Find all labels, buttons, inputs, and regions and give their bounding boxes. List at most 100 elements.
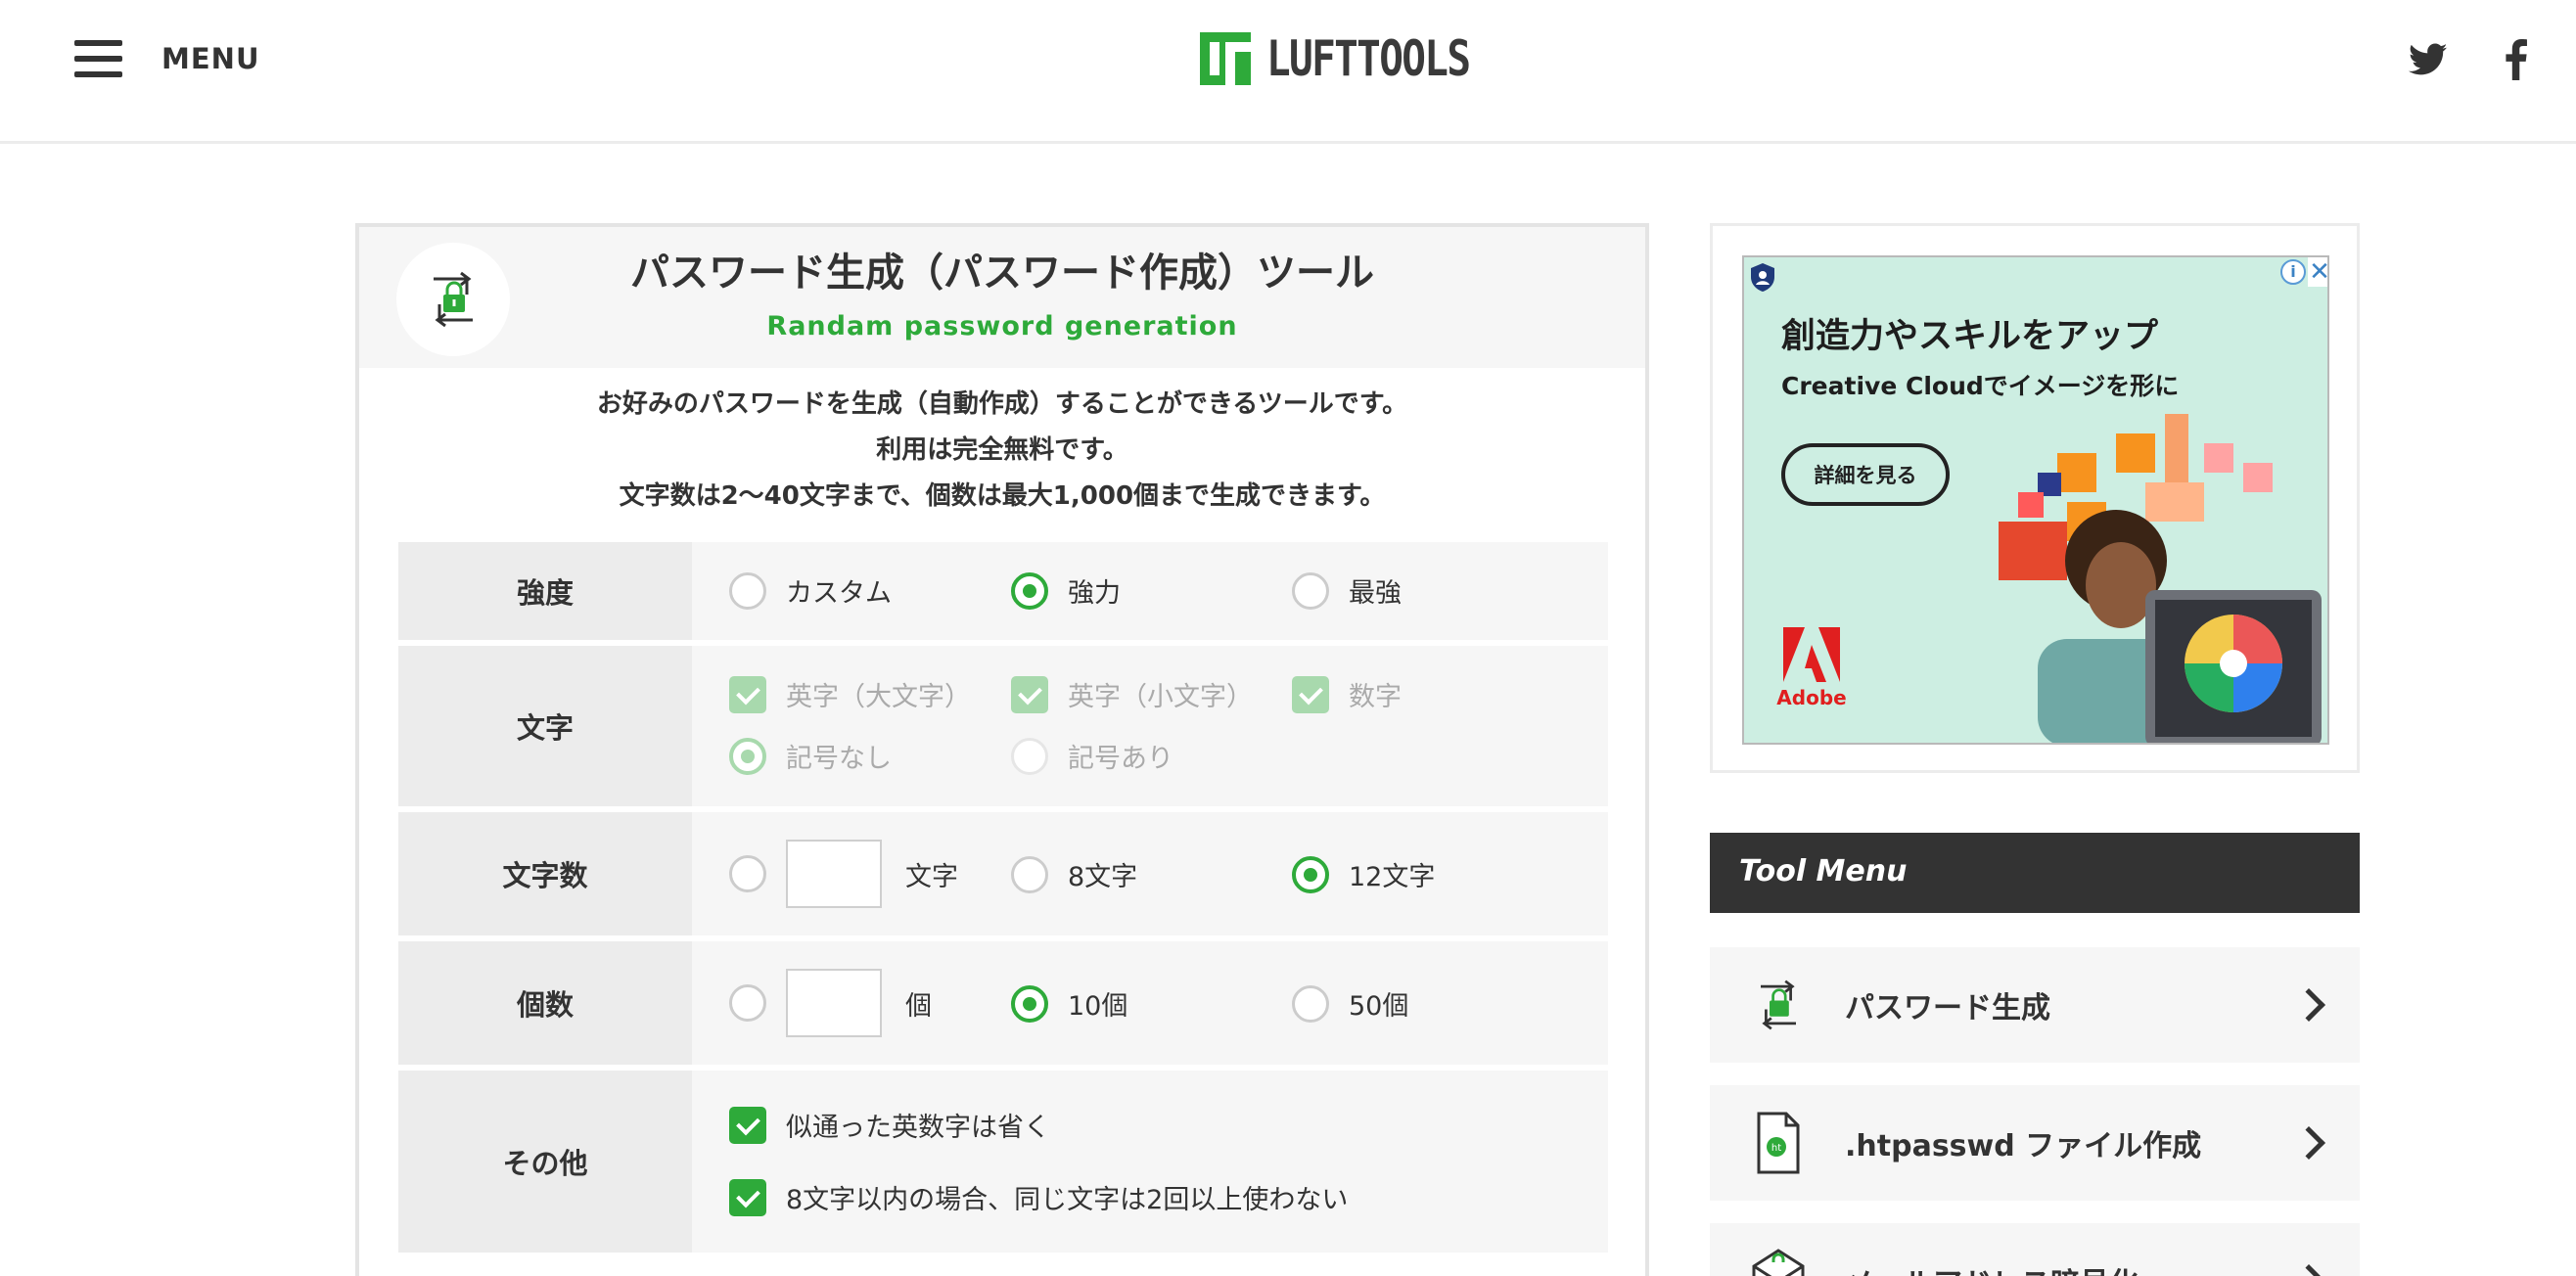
other-label: その他 <box>398 1071 692 1253</box>
checkbox-checked[interactable] <box>729 1106 766 1144</box>
option-label: 最強 <box>1349 578 1402 609</box>
chars-uppercase-checkbox[interactable]: 英字（大文字） <box>729 675 971 713</box>
facebook-link[interactable] <box>2502 39 2531 80</box>
checkbox-checked[interactable] <box>1292 675 1329 713</box>
radio-button-selected[interactable] <box>1292 855 1329 893</box>
adobe-logo: Adobe <box>1776 627 1847 709</box>
option-label: 10個 <box>1068 991 1128 1022</box>
tool-description: お好みのパスワードを生成（自動作成）することができるツールです。 利用は完全無料… <box>359 368 1645 520</box>
no-repeat-chars-checkbox[interactable]: 8文字以内の場合、同じ文字は2回以上使わない <box>729 1178 1348 1216</box>
ad-container: i ✕ 創造力やスキルをアップ Creative Cloudでイメージを形に 詳… <box>1710 223 2360 773</box>
option-label: 記号なし <box>786 744 892 774</box>
password-tool-panel: パスワード生成（パスワード作成）ツール Randam password gene… <box>355 223 1649 1276</box>
chars-with-symbol-option[interactable]: 記号あり <box>1011 737 1173 775</box>
menu-label: MENU <box>161 42 260 75</box>
chars-digits-checkbox[interactable]: 数字 <box>1292 675 1402 713</box>
logo-mark-icon <box>1200 32 1251 95</box>
adobe-icon <box>1783 627 1840 682</box>
checkbox-checked[interactable] <box>729 675 766 713</box>
chars-label: 文字 <box>398 646 692 806</box>
site-header: MENU LUFTTOOLS <box>0 0 2576 144</box>
length-custom-input[interactable] <box>786 840 882 908</box>
length-option-8[interactable]: 8文字 <box>1011 855 1137 893</box>
adobe-ad-banner[interactable]: i ✕ 創造力やスキルをアップ Creative Cloudでイメージを形に 詳… <box>1742 255 2329 745</box>
radio-button[interactable] <box>729 855 766 892</box>
logo-text: LUFTTOOLS <box>1266 30 1471 87</box>
adobe-label: Adobe <box>1776 686 1847 709</box>
twitter-link[interactable] <box>2408 39 2449 80</box>
tool-menu-item-password[interactable]: パスワード生成 <box>1710 947 2360 1063</box>
length-label: 文字数 <box>398 812 692 935</box>
radio-button[interactable] <box>1011 737 1048 775</box>
tool-menu-item-label: パスワード生成 <box>1845 991 2050 1025</box>
ad-info-icon[interactable]: i <box>2280 259 2306 285</box>
count-option-50[interactable]: 50個 <box>1292 984 1408 1023</box>
length-option-12[interactable]: 12文字 <box>1292 855 1435 893</box>
radio-button[interactable] <box>1292 571 1329 610</box>
htpasswd-file-icon: ht <box>1749 1109 1808 1177</box>
description-line: お好みのパスワードを生成（自動作成）することができるツールです。 <box>596 389 1408 419</box>
facebook-icon <box>2506 39 2527 80</box>
count-option-10[interactable]: 10個 <box>1011 984 1127 1023</box>
site-logo[interactable]: LUFTTOOLS <box>1200 30 1514 95</box>
ad-close-icon[interactable]: ✕ <box>2308 257 2327 287</box>
count-custom-input[interactable] <box>786 969 882 1037</box>
ad-illustration <box>1999 414 2322 743</box>
option-label: 8文字以内の場合、同じ文字は2回以上使わない <box>786 1185 1349 1215</box>
svg-text:ht: ht <box>1771 1143 1781 1154</box>
chevron-right-icon <box>2292 1264 2325 1276</box>
option-label: 記号あり <box>1068 744 1173 774</box>
description-line: 利用は完全無料です。 <box>876 435 1128 465</box>
tool-menu-item-htpasswd[interactable]: ht .htpasswd ファイル作成 <box>1710 1085 2360 1201</box>
strength-option-strongest[interactable]: 最強 <box>1292 571 1402 610</box>
option-label: 数字 <box>1349 682 1402 712</box>
checkbox-checked[interactable] <box>1011 675 1048 713</box>
length-row: 文字数 文字 8文字 12文字 <box>398 812 1608 935</box>
option-label: 似通った英数字は省く <box>786 1113 1050 1143</box>
tool-subtitle: Randam password generation <box>766 311 1238 342</box>
ad-cta-button[interactable]: 詳細を見る <box>1781 443 1950 506</box>
strength-option-strong[interactable]: 強力 <box>1011 571 1121 610</box>
radio-button[interactable] <box>1292 984 1329 1023</box>
ad-headline: 創造力やスキルをアップ <box>1781 317 2159 356</box>
hamburger-icon <box>74 40 122 77</box>
other-row: その他 似通った英数字は省く 8文字以内の場合、同じ文字は2回以上使わない <box>398 1071 1608 1253</box>
count-option-custom[interactable]: 個 <box>729 969 932 1037</box>
menu-button[interactable]: MENU <box>74 37 260 80</box>
chars-no-symbol-option[interactable]: 記号なし <box>729 737 892 775</box>
radio-button[interactable] <box>729 984 766 1022</box>
twitter-icon <box>2409 43 2448 75</box>
tool-title: パスワード生成（パスワード作成）ツール <box>630 251 1374 296</box>
description-line: 文字数は2〜40文字まで、個数は最大1,000個まで生成できます。 <box>619 481 1386 511</box>
exclude-similar-checkbox[interactable]: 似通った英数字は省く <box>729 1106 1050 1144</box>
option-label: 英字（大文字） <box>786 682 971 712</box>
strength-option-custom[interactable]: カスタム <box>729 571 892 610</box>
radio-button[interactable] <box>1011 855 1048 893</box>
option-label: 英字（小文字） <box>1068 682 1253 712</box>
strength-row: 強度 カスタム 強力 最強 <box>398 542 1608 640</box>
chevron-right-icon <box>2292 988 2325 1022</box>
ad-privacy-shield-icon <box>1751 263 1774 292</box>
option-label: 8文字 <box>1068 862 1138 892</box>
radio-button-selected[interactable] <box>729 737 766 775</box>
option-label: 個 <box>905 990 932 1022</box>
option-label: 12文字 <box>1349 862 1436 892</box>
ad-subline: Creative Cloudでイメージを形に <box>1781 372 2180 400</box>
tool-menu-item-mail[interactable]: メールアドレス暗号化 <box>1710 1223 2360 1276</box>
count-row: 個数 個 10個 50個 <box>398 941 1608 1065</box>
length-option-custom[interactable]: 文字 <box>729 840 958 908</box>
radio-button-selected[interactable] <box>1011 984 1048 1023</box>
tool-menu-heading: Tool Menu <box>1710 833 2360 913</box>
radio-button[interactable] <box>729 571 766 610</box>
checkbox-checked[interactable] <box>729 1178 766 1216</box>
count-label: 個数 <box>398 941 692 1065</box>
chevron-right-icon <box>2292 1126 2325 1160</box>
radio-button-selected[interactable] <box>1011 571 1048 610</box>
option-label: 文字 <box>905 861 958 892</box>
password-lock-icon <box>1749 971 1808 1039</box>
option-label: カスタム <box>786 578 892 609</box>
option-label: 強力 <box>1068 578 1121 609</box>
chars-lowercase-checkbox[interactable]: 英字（小文字） <box>1011 675 1253 713</box>
options-form: 強度 カスタム 強力 最強 文字 英字（大文字） 英字（小文字） 数字 記号なし… <box>398 542 1608 1258</box>
tool-header: パスワード生成（パスワード作成）ツール Randam password gene… <box>359 227 1645 368</box>
